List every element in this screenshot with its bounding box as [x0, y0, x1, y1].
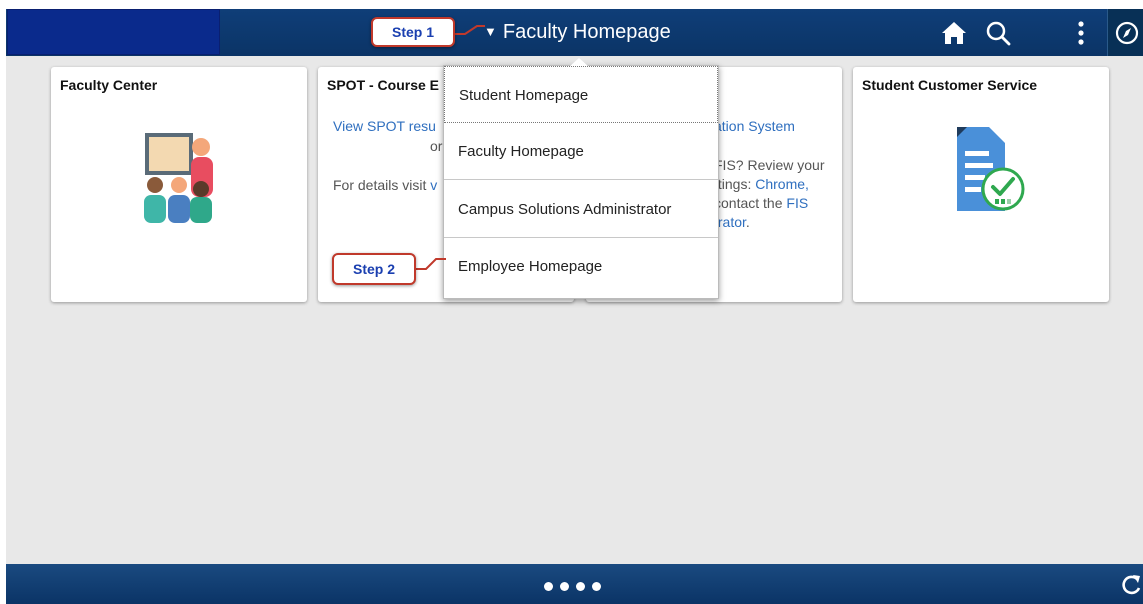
tile-faculty-center[interactable]: Faculty Center — [51, 67, 307, 302]
chrome-link[interactable]: Chrome, — [755, 176, 809, 192]
tile-text: or — [430, 138, 443, 154]
page-dot[interactable] — [560, 582, 569, 591]
tile-student-customer-service[interactable]: Student Customer Service — [853, 67, 1109, 302]
details-link[interactable]: v — [430, 177, 437, 193]
more-vertical-icon[interactable] — [1066, 18, 1096, 48]
tile-details-text: For details visit v — [333, 176, 437, 195]
page-dot[interactable] — [592, 582, 601, 591]
menu-item-campus-solutions-administrator[interactable]: Campus Solutions Administrator — [444, 181, 718, 238]
menu-item-faculty-homepage[interactable]: Faculty Homepage — [444, 123, 718, 180]
navbar-compass-icon — [1115, 21, 1139, 45]
app-window: ▼ Faculty Homepage Faculty Center SPOT -… — [6, 9, 1143, 604]
menu-item-student-homepage[interactable]: Student Homepage — [444, 66, 718, 123]
home-icon[interactable] — [939, 18, 969, 48]
settings-text: ttings: — [714, 176, 756, 192]
step2-connector — [416, 258, 446, 270]
tile-text-line: trator. — [714, 213, 824, 232]
page-dot[interactable] — [544, 582, 553, 591]
view-spot-results-link[interactable]: View SPOT resu — [333, 118, 436, 134]
menu-item-employee-homepage[interactable]: Employee Homepage — [444, 238, 718, 295]
document-checkmark-icon — [957, 127, 1025, 211]
tile-text-line: ttings: Chrome, — [714, 175, 824, 194]
tile-text-line: FIS? Review your — [714, 157, 825, 173]
page-title: Faculty Homepage — [502, 21, 671, 43]
navbar-button[interactable] — [1107, 9, 1143, 56]
tile-title: SPOT - Course E — [327, 77, 440, 93]
page-indicator — [544, 578, 608, 591]
step1-callout: Step 1 — [371, 17, 455, 47]
fis-link[interactable]: ation System — [714, 118, 795, 134]
refresh-icon[interactable] — [1119, 572, 1143, 598]
tile-body: ation System — [714, 117, 795, 136]
tile-text: FIS? Review your ttings: Chrome, contact… — [714, 156, 824, 232]
caret-down-icon: ▼ — [484, 24, 497, 39]
tile-title: Faculty Center — [60, 77, 158, 93]
details-prefix: For details visit — [333, 177, 427, 193]
dropdown-arrow — [570, 58, 588, 66]
page-dot[interactable] — [576, 582, 585, 591]
page-title-dropdown[interactable]: ▼ Faculty Homepage — [484, 19, 671, 45]
contact-text: contact the — [714, 195, 787, 211]
footer-bar — [6, 564, 1143, 604]
step2-callout: Step 2 — [332, 253, 416, 285]
tile-body: View SPOT resu — [333, 117, 436, 136]
header-bar: ▼ Faculty Homepage — [6, 9, 1143, 56]
classroom-teacher-icon — [144, 133, 213, 223]
fis-admin-link[interactable]: FIS — [786, 195, 808, 211]
tile-text-line: contact the FIS — [714, 194, 824, 213]
step1-connector — [455, 25, 485, 35]
tile-title: Student Customer Service — [862, 77, 1038, 93]
search-icon[interactable] — [983, 18, 1013, 48]
homepage-dropdown-menu: Student Homepage Faculty Homepage Campus… — [443, 58, 719, 299]
logo-area[interactable] — [7, 9, 220, 55]
period-text: . — [745, 214, 750, 230]
